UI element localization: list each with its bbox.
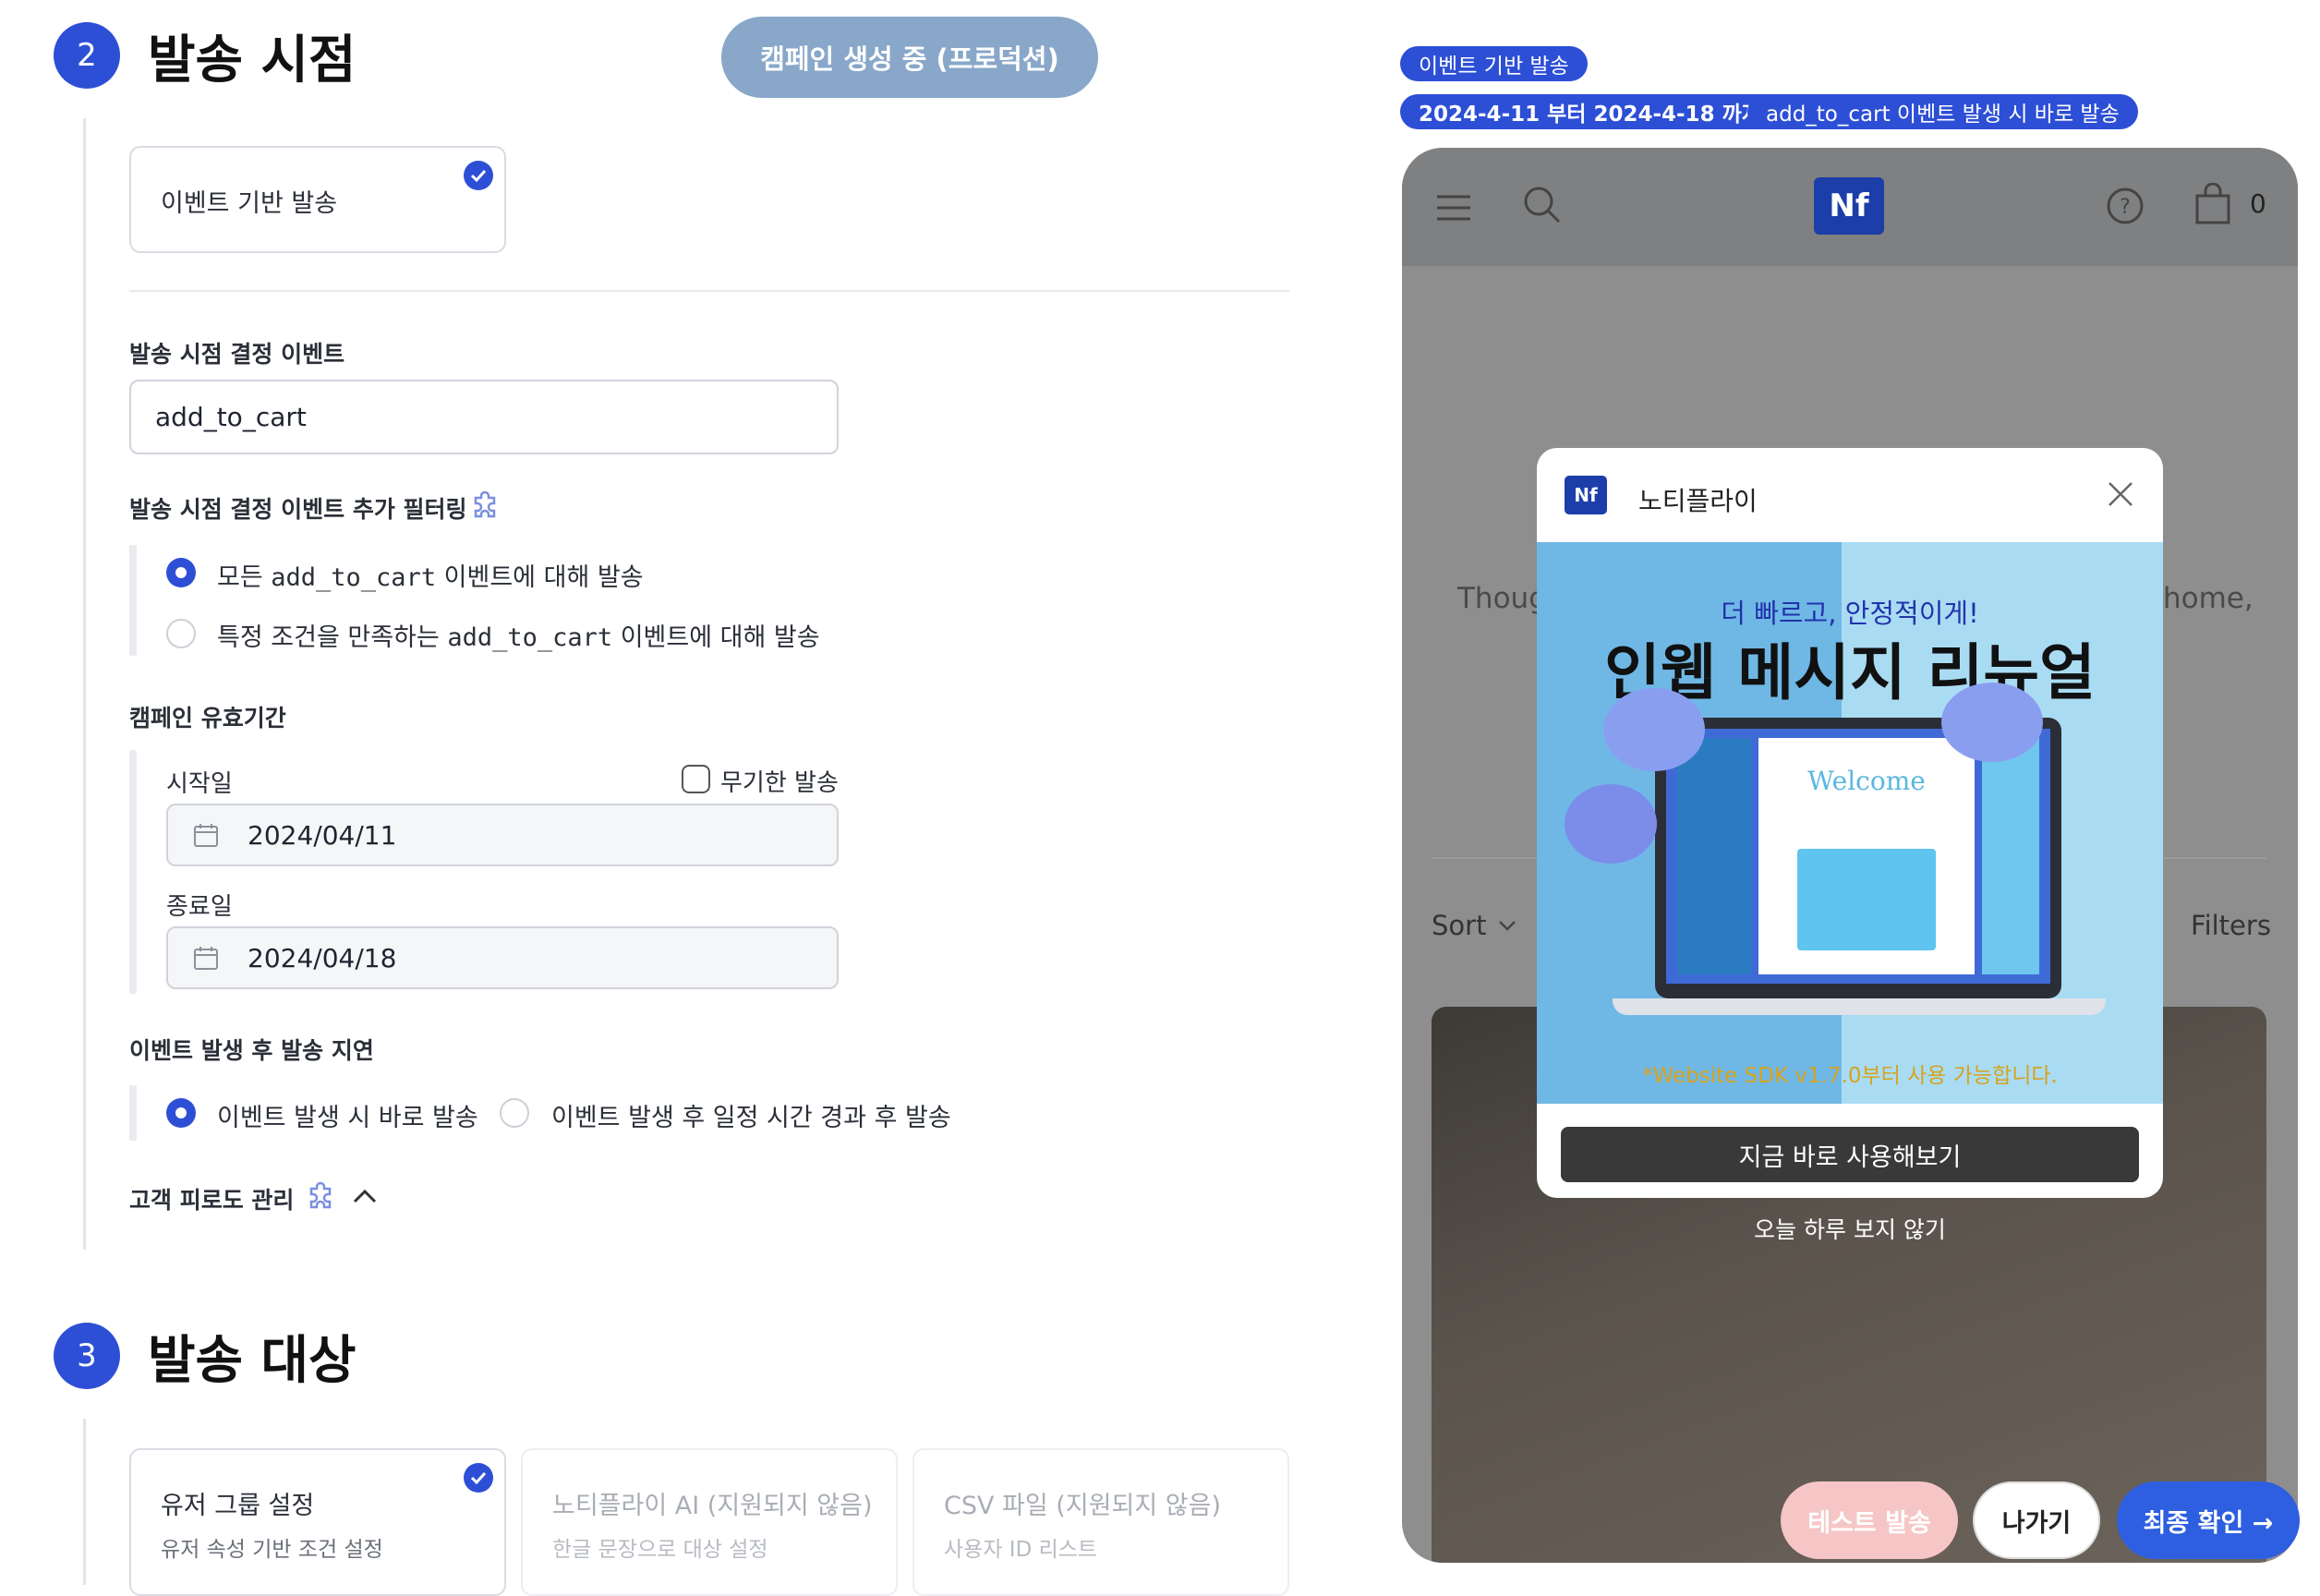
period-bar <box>129 750 137 994</box>
event-input[interactable]: add_to_cart <box>129 380 839 454</box>
calendar-icon <box>192 821 220 849</box>
preview-chip-trigger: 이벤트 기반 발송 <box>1400 46 1588 81</box>
final-confirm-button[interactable]: 최종 확인 → <box>2117 1481 2300 1559</box>
balloon-top-left <box>1603 688 1705 771</box>
filter-label: 발송 시점 결정 이벤트 추가 필터링 <box>129 496 467 523</box>
delay-after-label: 이벤트 발생 후 일정 시간 경과 후 발송 <box>551 1104 951 1132</box>
filters-label: Filters <box>2191 910 2271 941</box>
laptop-screen: Welcome <box>1666 729 2050 984</box>
brand-logo: Nf <box>1814 177 1884 235</box>
phone-preview: Nf ? 0 Thoug home, Sort Filters Nf 노티플라이… <box>1402 148 2298 1563</box>
end-date-value: 2024/04/18 <box>248 942 397 973</box>
screen-right-panel <box>1982 738 2039 974</box>
test-send-button[interactable]: 테스트 발송 <box>1781 1481 1958 1559</box>
chevron-down-icon <box>1498 918 1516 936</box>
start-date-input[interactable]: 2024/04/11 <box>166 804 839 866</box>
section-title-target: 발송 대상 <box>148 1331 356 1391</box>
screen-envelope <box>1797 849 1936 950</box>
target-card-sub: 한글 문장으로 대상 설정 <box>552 1538 768 1562</box>
popup-banner: 더 빠르고, 안정적이게! 인웹 메시지 리뉴얼 Welcome *Websit… <box>1537 542 2163 1104</box>
trigger-type-card-event[interactable]: 이벤트 기반 발송 <box>129 146 506 253</box>
search-icon <box>1522 185 1563 229</box>
check-icon <box>464 161 493 190</box>
target-card-sub: 사용자 ID 리스트 <box>944 1538 1098 1562</box>
exit-button[interactable]: 나가기 <box>1973 1481 2100 1559</box>
period-label: 캠페인 유효기간 <box>129 705 286 732</box>
event-label: 발송 시점 결정 이벤트 <box>129 341 345 368</box>
popup-logo: Nf <box>1565 476 1607 514</box>
check-icon <box>464 1463 493 1493</box>
unlimited-label: 무기한 발송 <box>720 769 839 797</box>
filter-radio-conditional[interactable] <box>166 619 196 648</box>
step-number-2: 2 <box>54 22 120 89</box>
filter-radio-all[interactable] <box>166 558 196 587</box>
popup-note: *Website SDK v1.7.0부터 사용 가능합니다. <box>1642 1064 2058 1088</box>
section-2-line <box>83 118 86 1250</box>
screen-sidebar <box>1677 738 1751 974</box>
screen-page: Welcome <box>1758 738 1975 974</box>
event-input-value: add_to_cart <box>155 402 307 432</box>
help-icon: ? <box>2106 187 2145 229</box>
target-card-sub: 유저 속성 기반 조건 설정 <box>161 1538 383 1562</box>
target-card-title: CSV 파일 (지원되지 않음) <box>944 1492 1221 1520</box>
start-date-label: 시작일 <box>166 770 233 798</box>
target-card-user-group[interactable]: 유저 그룹 설정 유저 속성 기반 조건 설정 <box>129 1448 506 1596</box>
cart-count: 0 <box>2250 188 2266 219</box>
popup-brand: 노티플라이 <box>1638 486 1758 516</box>
balloon-top-right <box>1941 683 2043 762</box>
svg-text:?: ? <box>2120 196 2131 219</box>
filter-options-bar <box>129 545 137 656</box>
delay-radio-after[interactable] <box>500 1098 529 1128</box>
screen-welcome: Welcome <box>1807 766 1926 796</box>
popup-cta-button[interactable]: 지금 바로 사용해보기 <box>1561 1127 2139 1182</box>
start-date-value: 2024/04/11 <box>248 819 397 851</box>
trigger-card-label: 이벤트 기반 발송 <box>161 189 338 218</box>
puzzle-icon <box>471 490 501 524</box>
section-3-line <box>83 1419 86 1585</box>
target-card-csv: CSV 파일 (지원되지 않음) 사용자 ID 리스트 <box>912 1448 1289 1596</box>
delay-immediate-label: 이벤트 발생 시 바로 발송 <box>217 1104 478 1132</box>
fatigue-label: 고객 피로도 관리 <box>129 1187 295 1214</box>
popup-dismiss-link[interactable]: 오늘 하루 보지 않기 <box>1537 1212 2163 1245</box>
end-date-input[interactable]: 2024/04/18 <box>166 926 839 989</box>
target-card-title: 유저 그룹 설정 <box>161 1492 315 1520</box>
puzzle-icon <box>307 1181 336 1215</box>
bg-text-right: home, <box>2163 582 2254 615</box>
filter-option-all-label: 모든 add_to_cart 이벤트에 대해 발송 <box>217 563 644 592</box>
unlimited-checkbox[interactable] <box>682 765 710 793</box>
delay-bar <box>129 1085 137 1141</box>
end-date-label: 종료일 <box>166 893 233 921</box>
bg-text-left: Thoug <box>1457 582 1547 615</box>
calendar-icon <box>192 944 220 972</box>
delay-radio-immediate[interactable] <box>166 1098 196 1128</box>
shopping-bag-icon <box>2194 182 2231 229</box>
divider <box>129 290 1289 292</box>
preview-chip-delay: add_to_cart 이벤트 발생 시 바로 발송 <box>1747 94 2138 129</box>
laptop-base <box>1613 998 2106 1015</box>
close-icon[interactable] <box>2106 479 2135 513</box>
delay-label: 이벤트 발생 후 발송 지연 <box>129 1037 374 1064</box>
step-number-3: 3 <box>54 1323 120 1389</box>
target-card-title: 노티플라이 AI (지원되지 않음) <box>552 1492 873 1520</box>
sort-label: Sort <box>1432 910 1487 941</box>
balloon-left <box>1565 784 1657 864</box>
filter-option-conditional-label: 특정 조건을 만족하는 add_to_cart 이벤트에 대해 발송 <box>217 623 820 652</box>
section-title-send-timing: 발송 시점 <box>148 30 356 91</box>
chevron-up-icon[interactable] <box>351 1185 379 1211</box>
target-card-ai: 노티플라이 AI (지원되지 않음) 한글 문장으로 대상 설정 <box>521 1448 898 1596</box>
preview-chip-period: 2024-4-11 부터 2024-4-18 까지 <box>1400 94 1780 129</box>
inweb-popup: Nf 노티플라이 더 빠르고, 안정적이게! 인웹 메시지 리뉴얼 Welcom… <box>1537 448 2163 1198</box>
menu-icon <box>1435 194 1472 225</box>
campaign-status-button[interactable]: 캠페인 생성 중 (프로덕션) <box>721 17 1098 98</box>
